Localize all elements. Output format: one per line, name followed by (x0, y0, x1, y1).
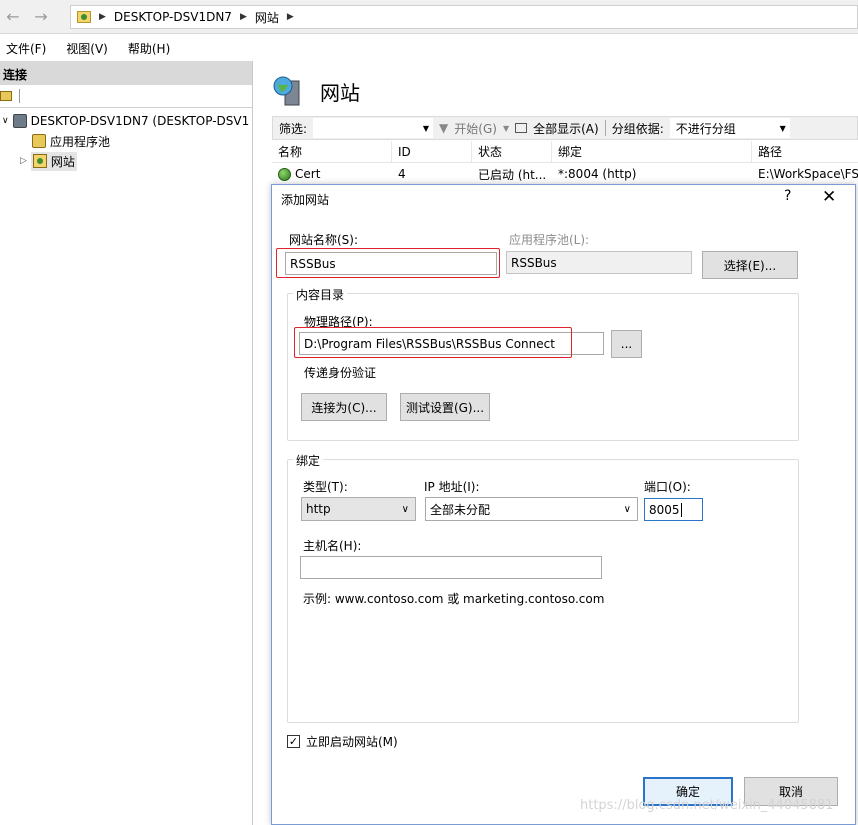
start-immediately-checkbox-row[interactable]: ✓ 立即启动网站(M) (287, 733, 398, 750)
browse-button[interactable]: ... (611, 330, 642, 358)
port-value: 8005 (649, 502, 680, 517)
binding-title: 绑定 (293, 452, 324, 469)
connections-pane: 连接 ∨ DESKTOP-DSV1DN7 (DESKTOP-DSV1 应用程序池… (0, 61, 253, 825)
column-header-status[interactable]: 状态 (472, 141, 552, 162)
ip-address-value: 全部未分配 (430, 502, 491, 517)
content-directory-title: 内容目录 (293, 286, 348, 303)
chevron-down-icon: ∨ (401, 503, 409, 515)
column-header-path[interactable]: 路径 (752, 141, 858, 162)
select-app-pool-button[interactable]: 选择(E)... (702, 251, 798, 279)
tree-item-sites[interactable]: ▷ 网站 (2, 151, 249, 171)
group-by-label: 分组依据: (611, 121, 664, 136)
type-label: 类型(T): (303, 480, 348, 494)
breadcrumb-separator-icon: ▶ (286, 12, 294, 22)
server-icon (12, 114, 27, 128)
dropdown-arrow-icon[interactable]: ▼ (419, 124, 433, 133)
collapse-chevron-icon[interactable]: ∨ (2, 116, 9, 126)
connections-header: 连接 (0, 61, 252, 85)
breadcrumb-sites[interactable]: 网站 (255, 9, 279, 26)
connections-tree: ∨ DESKTOP-DSV1DN7 (DESKTOP-DSV1 应用程序池 ▷ … (2, 111, 249, 171)
column-header-id[interactable]: ID (392, 141, 472, 162)
watermark: https://blog.csdn.net/weixin_44045881 (580, 798, 834, 813)
app-pool-icon (32, 134, 46, 148)
cell-name: Cert (272, 163, 392, 185)
test-settings-button[interactable]: 测试设置(G)... (400, 393, 490, 421)
cell-binding: *:8004 (http) (558, 167, 637, 181)
physical-path-highlight (294, 327, 572, 358)
ip-address-label: IP 地址(I): (424, 480, 480, 494)
show-all-button[interactable]: 全部显示(A) (533, 120, 599, 137)
show-all-icon (515, 123, 528, 133)
table-header: 名称 ⌃ ID 状态 绑定 路径 (272, 141, 858, 163)
filter-input[interactable]: ▼ (313, 118, 434, 138)
toolbar-divider (19, 89, 20, 103)
tree-item-server-label: DESKTOP-DSV1DN7 (DESKTOP-DSV1 (30, 114, 250, 128)
menu-file[interactable]: 文件(F) (6, 40, 46, 57)
example-text: 示例: www.contoso.com 或 marketing.contoso.… (303, 592, 605, 606)
breadcrumb-server[interactable]: DESKTOP-DSV1DN7 (114, 10, 232, 24)
table-row[interactable]: Cert 4 已启动 (ht... *:8004 (http) E:\WorkS… (272, 163, 858, 185)
close-icon[interactable]: ✕ (822, 187, 836, 207)
host-name-label: 主机名(H): (303, 539, 362, 553)
dropdown-arrow-icon: ▼ (502, 123, 510, 133)
start-immediately-checkbox[interactable]: ✓ (287, 735, 300, 748)
address-bar: ← → ▶ DESKTOP-DSV1DN7 ▶ 网站 ▶ (0, 0, 858, 34)
sites-globe-server-icon (273, 76, 300, 106)
column-header-name[interactable]: 名称 ⌃ (272, 141, 392, 162)
iis-folder-icon (77, 11, 91, 23)
address-path[interactable]: ▶ DESKTOP-DSV1DN7 ▶ 网站 ▶ (70, 5, 858, 29)
ip-address-select[interactable]: 全部未分配 ∨ (425, 497, 638, 521)
column-header-binding[interactable]: 绑定 (552, 141, 752, 162)
connections-toolbar (0, 86, 252, 108)
connect-icon[interactable] (0, 91, 12, 101)
expand-chevron-icon[interactable]: ▷ (20, 156, 27, 166)
menu-bar: 文件(F) 视图(V) 帮助(H) (0, 36, 858, 60)
tree-item-app-pools[interactable]: 应用程序池 (2, 131, 249, 151)
tree-item-sites-selected[interactable]: 网站 (30, 151, 77, 171)
back-arrow-icon[interactable]: ← (2, 7, 24, 27)
group-by-value: 不进行分组 (675, 121, 736, 136)
add-website-dialog: 添加网站 ? ✕ 网站名称(S): RSSBus 应用程序池(L): RSSBu… (271, 184, 856, 825)
app-pool-label: 应用程序池(L): (509, 233, 590, 247)
type-value: http (306, 502, 331, 516)
start-immediately-label: 立即启动网站(M) (306, 735, 398, 749)
menu-help[interactable]: 帮助(H) (128, 40, 170, 57)
pass-through-auth-label: 传递身份验证 (304, 366, 377, 380)
cell-id: 4 (398, 167, 406, 181)
dialog-title: 添加网站 (281, 193, 330, 207)
site-name-input[interactable]: RSSBus (285, 252, 497, 275)
breadcrumb-separator-icon: ▶ (99, 12, 106, 22)
breadcrumb-separator-icon: ▶ (239, 12, 247, 22)
tree-item-app-pools-label: 应用程序池 (50, 134, 111, 149)
connect-as-button[interactable]: 连接为(C)... (301, 393, 387, 421)
chevron-down-icon: ∨ (623, 503, 631, 515)
site-name-label: 网站名称(S): (289, 233, 359, 247)
cell-path: E:\WorkSpace\FS (758, 167, 858, 181)
forward-arrow-icon[interactable]: → (30, 7, 52, 27)
page-title: 网站 (320, 81, 360, 105)
funnel-icon: ▼ (439, 121, 449, 135)
dropdown-arrow-icon[interactable]: ▼ (776, 124, 790, 133)
menu-view[interactable]: 视图(V) (66, 40, 108, 57)
filter-label: 筛选: (279, 121, 308, 136)
port-label: 端口(O): (644, 480, 691, 494)
type-select[interactable]: http ∨ (301, 497, 416, 521)
sites-icon (32, 154, 47, 168)
port-input[interactable]: 8005 (644, 498, 703, 521)
start-filter-button[interactable]: 开始(G) (454, 120, 497, 137)
text-cursor (680, 502, 682, 517)
tree-item-server[interactable]: ∨ DESKTOP-DSV1DN7 (DESKTOP-DSV1 (2, 111, 249, 131)
host-name-input[interactable] (300, 556, 602, 579)
tree-item-sites-label: 网站 (50, 154, 75, 169)
toolbar-divider (604, 120, 606, 136)
app-pool-field: RSSBus (506, 251, 692, 274)
filter-toolbar: 筛选: ▼ ▼ 开始(G) ▼ 全部显示(A) 分组依据: 不进行分组 ▼ (272, 116, 858, 140)
site-globe-icon (278, 167, 291, 181)
sort-ascending-icon: ⌃ (328, 141, 336, 147)
help-icon[interactable]: ? (784, 188, 791, 204)
cell-status: 已启动 (ht... (478, 167, 547, 182)
group-by-select[interactable]: 不进行分组 ▼ (669, 118, 790, 138)
sites-table: 名称 ⌃ ID 状态 绑定 路径 Cert 4 已启动 (ht... *:8004… (272, 141, 858, 185)
